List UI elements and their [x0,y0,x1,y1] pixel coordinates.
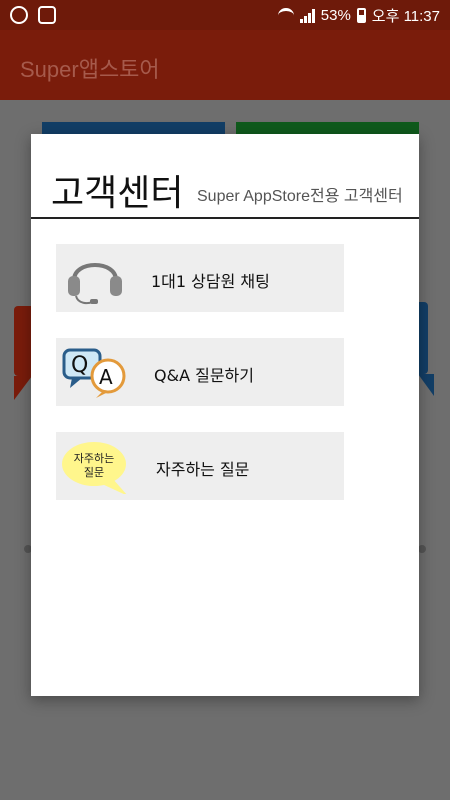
qa-speech-bubbles-icon: Q A [62,348,126,398]
customer-center-dialog: 고객센터 Super AppStore전용 고객센터 1대1 상담원 채팅 Q … [31,134,419,696]
dialog-title: 고객센터 [51,173,184,214]
faq-bubble-icon: 자주하는 질문 [62,442,127,494]
dialog-subtitle: Super AppStore전용 고객센터 [197,188,403,205]
faq-button[interactable]: 자주하는 질문 자주하는 질문 [56,432,344,500]
wifi-icon [277,8,294,23]
background-blue-bubble [418,302,434,396]
battery-icon [356,8,366,23]
svg-text:Q: Q [71,353,88,378]
headset-icon [68,263,122,305]
live-chat-button[interactable]: 1대1 상담원 채팅 [56,244,344,312]
status-bar: 53% 오후 11:37 [0,0,450,30]
app-bar: Super앱스토어 [0,30,450,100]
faq-bubble-text-bottom: 질문 [84,466,104,479]
live-chat-label: 1대1 상담원 채팅 [151,272,270,291]
clock: 오후 11:37 [371,8,440,25]
faq-bubble-text-top: 자주하는 [74,451,114,465]
svg-text:A: A [99,365,113,389]
background-dot [418,545,426,553]
battery-percent: 53% [320,7,351,24]
dialog-header: 고객센터 Super AppStore전용 고객센터 [31,134,419,219]
qa-label: Q&A 질문하기 [154,366,254,385]
app-title: Super앱스토어 [20,57,160,82]
signal-icon [299,8,315,23]
faq-label: 자주하는 질문 [156,460,250,479]
image-notification-icon [38,6,56,24]
qa-button[interactable]: Q A Q&A 질문하기 [56,338,344,406]
notification-app-icon [10,6,28,24]
